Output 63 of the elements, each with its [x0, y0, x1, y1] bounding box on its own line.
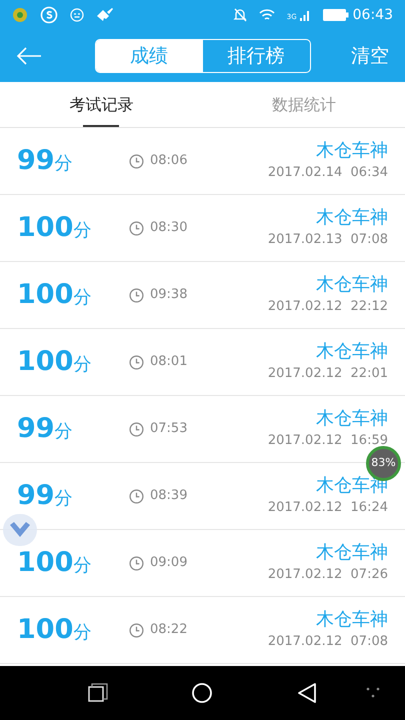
score-text: 99分 [17, 144, 74, 178]
duration-text: 08:30 [150, 219, 188, 238]
record-row[interactable]: 100分 08:30 木仓车神 2017.02.13 07:08 [0, 195, 405, 262]
clock-time: 06:43 [352, 6, 393, 24]
section-tab[interactable]: 考试记录 [0, 82, 202, 127]
user-name: 木仓车神 [316, 273, 388, 298]
score-text: 100分 [17, 210, 92, 245]
clock-icon [129, 220, 144, 236]
clock-icon [129, 354, 144, 370]
score-text: 100分 [17, 546, 92, 580]
brush-icon [96, 7, 114, 23]
recent-apps-icon[interactable] [88, 683, 108, 703]
wifi-icon [258, 8, 275, 22]
date-text: 2017.02.14 06:34 [268, 164, 388, 182]
tab-indicator [83, 125, 120, 127]
date-text: 2017.02.13 07:08 [268, 231, 388, 250]
app-icon [40, 6, 58, 24]
record-row[interactable]: 100分 08:22 木仓车神 2017.02.12 07:08 [0, 597, 405, 664]
score-text: 100分 [17, 278, 92, 312]
score-text: 99分 [17, 412, 74, 446]
score-text: 100分 [17, 612, 92, 647]
back-arrow-icon [16, 47, 42, 65]
user-name: 木仓车神 [316, 340, 388, 364]
score-text: 100分 [17, 344, 92, 379]
battery-icon [322, 9, 349, 21]
clock-icon [129, 422, 144, 436]
app-icon [12, 7, 28, 23]
user-name: 木仓车神 [316, 608, 388, 632]
home-icon[interactable] [191, 682, 213, 704]
date-text: 2017.02.12 16:24 [268, 499, 388, 518]
user-name: 木仓车神 [316, 407, 388, 432]
duration-text: 08:06 [150, 152, 188, 170]
clock-icon [129, 154, 144, 168]
record-row[interactable]: 99分 08:06 木仓车神 2017.02.14 06:34 [0, 128, 405, 195]
record-row[interactable]: 100分 09:38 木仓车神 2017.02.12 22:12 [0, 262, 405, 329]
segment-tab[interactable]: 成绩 [96, 40, 202, 72]
clock-icon [129, 622, 144, 638]
duration-text: 09:09 [150, 554, 188, 572]
dots-icon[interactable] [366, 687, 380, 699]
user-name: 木仓车神 [316, 206, 388, 230]
date-text: 2017.02.12 07:08 [268, 633, 388, 652]
clock-icon [129, 556, 144, 570]
clear-button[interactable]: 清空 [349, 42, 389, 70]
face-icon [70, 8, 84, 22]
duration-text: 07:53 [150, 420, 188, 438]
clock-icon [129, 488, 144, 504]
score-text: 99分 [17, 478, 74, 513]
mute-icon [232, 8, 247, 22]
date-text: 2017.02.12 07:26 [268, 566, 388, 584]
user-name: 木仓车神 [316, 541, 388, 566]
clock-icon [129, 288, 144, 302]
duration-text: 08:22 [150, 621, 188, 640]
user-name: 木仓车神 [316, 139, 388, 164]
date-text: 2017.02.12 22:01 [268, 365, 388, 384]
back-icon[interactable] [297, 682, 317, 704]
duration-text: 08:39 [150, 487, 188, 506]
record-row[interactable]: 100分 08:01 木仓车神 2017.02.12 22:01 [0, 329, 405, 396]
section-tab[interactable]: 数据统计 [202, 82, 405, 127]
duration-text: 09:38 [150, 286, 188, 304]
duration-text: 08:01 [150, 353, 188, 372]
signal-icon [298, 9, 311, 21]
segment-tab[interactable]: 排行榜 [202, 40, 310, 72]
date-text: 2017.02.12 22:12 [268, 298, 388, 316]
